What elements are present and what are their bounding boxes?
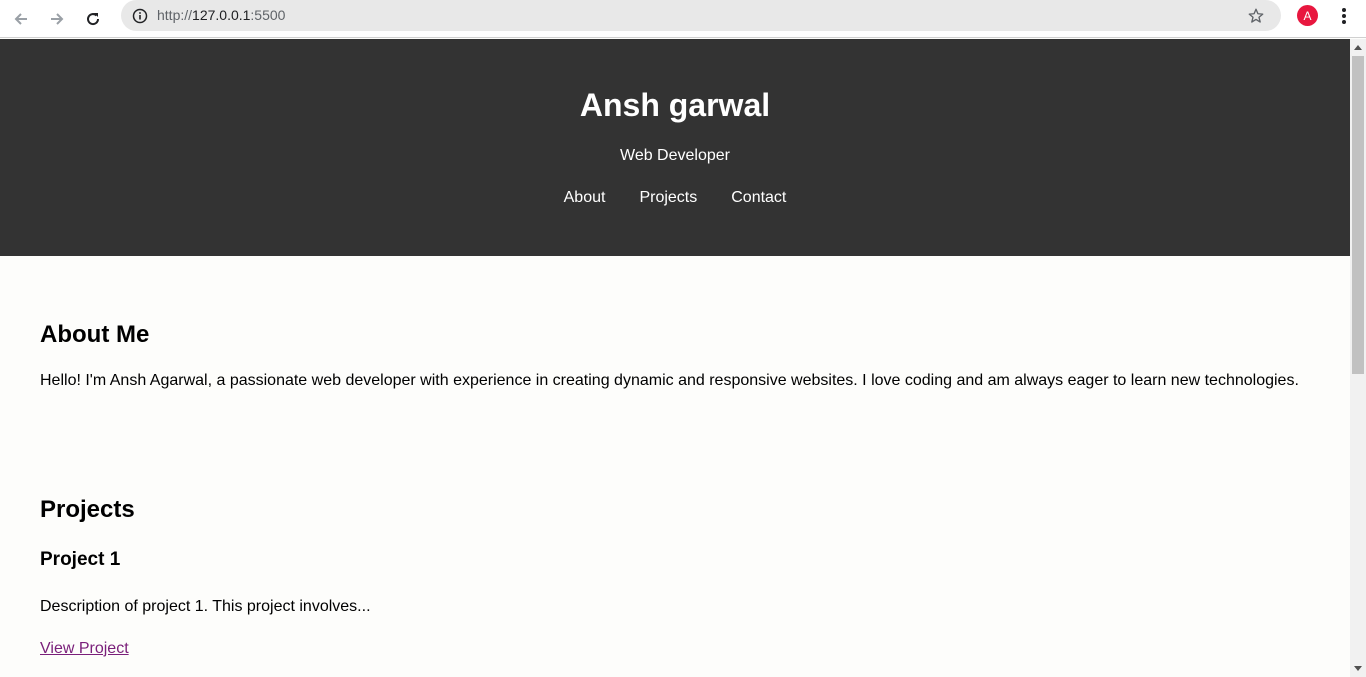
url-port: :5500 <box>250 7 286 23</box>
url-text[interactable]: http://127.0.0.1:5500 <box>157 7 285 23</box>
menu-icon <box>1342 8 1346 24</box>
scroll-down-arrow-icon[interactable] <box>1350 661 1366 677</box>
reload-button[interactable] <box>77 3 109 35</box>
url-host: 127.0.0.1 <box>192 7 251 23</box>
back-icon <box>14 13 27 25</box>
projects-section: Projects Project 1 Description of projec… <box>40 391 1310 659</box>
nav-link-about[interactable]: About <box>564 188 606 208</box>
project-description: Description of project 1. This project i… <box>40 598 371 615</box>
site-subtitle: Web Developer <box>620 147 730 164</box>
browser-menu-button[interactable] <box>1333 3 1355 29</box>
vertical-scrollbar[interactable] <box>1350 39 1366 677</box>
scrollbar-thumb[interactable] <box>1352 56 1364 374</box>
view-project-link[interactable]: View Project <box>40 639 129 659</box>
back-button[interactable] <box>5 3 37 35</box>
project-item: Project 1 Description of project 1. This… <box>40 524 1310 659</box>
scroll-up-arrow-icon[interactable] <box>1350 39 1366 55</box>
page-viewport: Ansh garwal Web Developer About Projects… <box>0 39 1350 677</box>
address-bar[interactable]: http://127.0.0.1:5500 <box>121 0 1281 31</box>
bookmark-star-button[interactable] <box>1245 5 1267 27</box>
main-content: About Me Hello! I'm Ansh Agarwal, a pass… <box>0 256 1350 659</box>
about-heading: About Me <box>40 321 150 348</box>
about-section: About Me Hello! I'm Ansh Agarwal, a pass… <box>40 256 1310 391</box>
browser-toolbar: http://127.0.0.1:5500 A <box>0 0 1366 38</box>
project-title: Project 1 <box>40 549 121 570</box>
star-icon <box>1248 8 1264 23</box>
nav-link-projects[interactable]: Projects <box>639 188 697 208</box>
site-title: Ansh garwal <box>579 87 771 123</box>
forward-button[interactable] <box>41 3 73 35</box>
projects-heading: Projects <box>40 496 135 523</box>
info-icon[interactable] <box>129 5 151 27</box>
url-scheme: http:// <box>157 7 193 23</box>
nav-link-contact[interactable]: Contact <box>731 188 786 208</box>
profile-avatar[interactable]: A <box>1297 5 1318 26</box>
forward-icon <box>51 13 64 25</box>
about-text: Hello! I'm Ansh Agarwal, a passionate we… <box>40 372 1299 389</box>
site-header: Ansh garwal Web Developer About Projects… <box>0 39 1350 256</box>
reload-icon <box>87 13 100 26</box>
site-nav: About Projects Contact <box>0 188 1350 208</box>
